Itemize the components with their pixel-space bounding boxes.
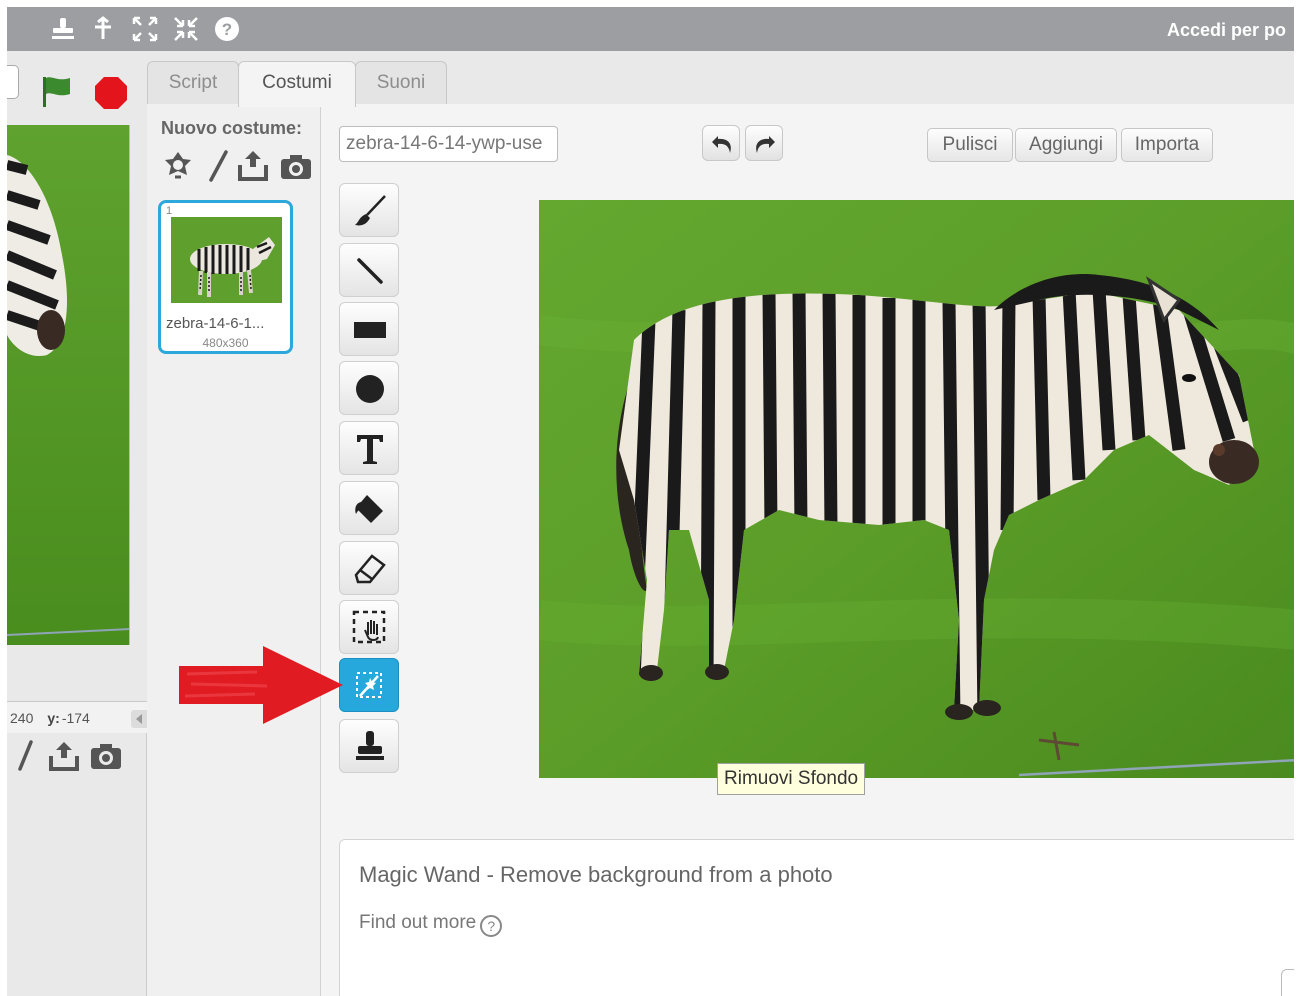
tool-info-panel: Magic Wand - Remove background from a ph… — [339, 839, 1294, 996]
brush-icon — [355, 195, 386, 226]
stage-canvas[interactable] — [7, 125, 130, 645]
undo-button[interactable] — [702, 125, 740, 161]
eraser-tool[interactable] — [339, 541, 399, 595]
brush-tool[interactable] — [339, 183, 399, 237]
import-button[interactable]: Importa — [1121, 128, 1213, 162]
rectangle-tool[interactable] — [339, 302, 399, 356]
costume-thumbnail — [171, 217, 282, 303]
clear-button[interactable]: Pulisci — [927, 128, 1013, 162]
tab-script[interactable]: Script — [147, 61, 239, 105]
camera-icon[interactable] — [89, 741, 123, 771]
zebra-photo — [539, 200, 1294, 778]
rectangle-icon — [354, 322, 386, 338]
x-coordinate-value: 240 — [10, 710, 34, 726]
fill-icon — [355, 495, 383, 523]
question-circle-icon: ? — [480, 915, 503, 937]
green-flag-icon[interactable] — [39, 73, 75, 109]
magic-wand-tool[interactable] — [339, 658, 399, 712]
costume-size: 480x360 — [202, 336, 249, 350]
y-coordinate-label: y: — [47, 710, 60, 726]
stamp-icon — [356, 731, 384, 760]
new-costume-label: Nuovo costume: — [161, 118, 303, 138]
scissors-grow-icon[interactable] — [89, 15, 117, 43]
costume-name: zebra-14-6-1... — [166, 315, 265, 332]
costume-item-selected[interactable]: 1 zebra-14-6-1... 480x360 — [158, 200, 293, 354]
upload-costume-icon[interactable] — [236, 149, 270, 183]
svg-text:?: ? — [222, 20, 232, 39]
tool-tooltip: Rimuovi Sfondo — [717, 763, 866, 795]
scroll-handle[interactable] — [1281, 969, 1294, 996]
paint-icon[interactable] — [13, 739, 39, 773]
red-arrow-annotation — [179, 646, 343, 724]
magic-wand-icon — [356, 672, 382, 698]
redo-button[interactable] — [745, 125, 783, 161]
costume-index: 1 — [166, 205, 173, 217]
shrink-icon[interactable] — [172, 15, 200, 43]
sprite-library-icon[interactable] — [161, 149, 195, 183]
stage-coordinates-bar: 240 y: -174 — [7, 701, 147, 733]
costume-list-panel: Nuovo costume: 1 zebra-14-6-1... 480x360 — [147, 104, 321, 996]
eraser-icon — [354, 554, 386, 584]
ellipse-tool[interactable] — [339, 361, 399, 415]
paint-new-costume-icon[interactable] — [201, 149, 235, 183]
upload-icon[interactable] — [47, 739, 81, 773]
stamp-tool[interactable] — [339, 719, 399, 773]
add-button[interactable]: Aggiungi — [1015, 128, 1117, 162]
text-icon — [357, 435, 383, 464]
project-title-input[interactable] — [7, 65, 19, 99]
text-tool[interactable] — [339, 421, 399, 475]
tab-costumes[interactable]: Costumi — [238, 61, 356, 107]
top-menu-bar: ? Accedi per po — [7, 7, 1294, 51]
y-coordinate-value: -174 — [61, 710, 90, 726]
stage-collapse-toggle[interactable] — [131, 710, 147, 728]
camera-costume-icon[interactable] — [279, 149, 313, 183]
help-icon[interactable]: ? — [213, 15, 241, 43]
stamp-icon[interactable] — [49, 15, 77, 43]
fill-tool[interactable] — [339, 481, 399, 535]
find-out-more-link[interactable]: Find out more? — [359, 912, 503, 937]
line-icon — [357, 258, 383, 284]
line-tool[interactable] — [339, 243, 399, 297]
select-icon — [352, 610, 386, 644]
login-link[interactable]: Accedi per po — [1167, 20, 1286, 41]
ellipse-icon — [356, 375, 384, 403]
new-sprite-toolbar — [7, 733, 147, 996]
select-tool[interactable] — [339, 600, 399, 654]
stage-header — [7, 51, 147, 125]
costume-name-input[interactable] — [339, 126, 558, 162]
stop-icon[interactable] — [93, 75, 129, 111]
mouse-coordinates: 240 y: -174 — [10, 710, 90, 726]
expand-icon[interactable] — [131, 15, 159, 43]
redo-icon — [756, 136, 775, 153]
paint-editor: Pulisci Aggiungi Importa — [321, 104, 1294, 996]
find-out-more-label: Find out more — [359, 912, 477, 933]
tab-sounds[interactable]: Suoni — [355, 61, 447, 105]
scratch-editor-window: ? Accedi per po 240 y: -174 Script Costu… — [7, 7, 1294, 996]
tool-info-title: Magic Wand - Remove background from a ph… — [359, 862, 833, 887]
undo-icon — [712, 136, 731, 153]
costume-canvas[interactable] — [539, 200, 1294, 778]
